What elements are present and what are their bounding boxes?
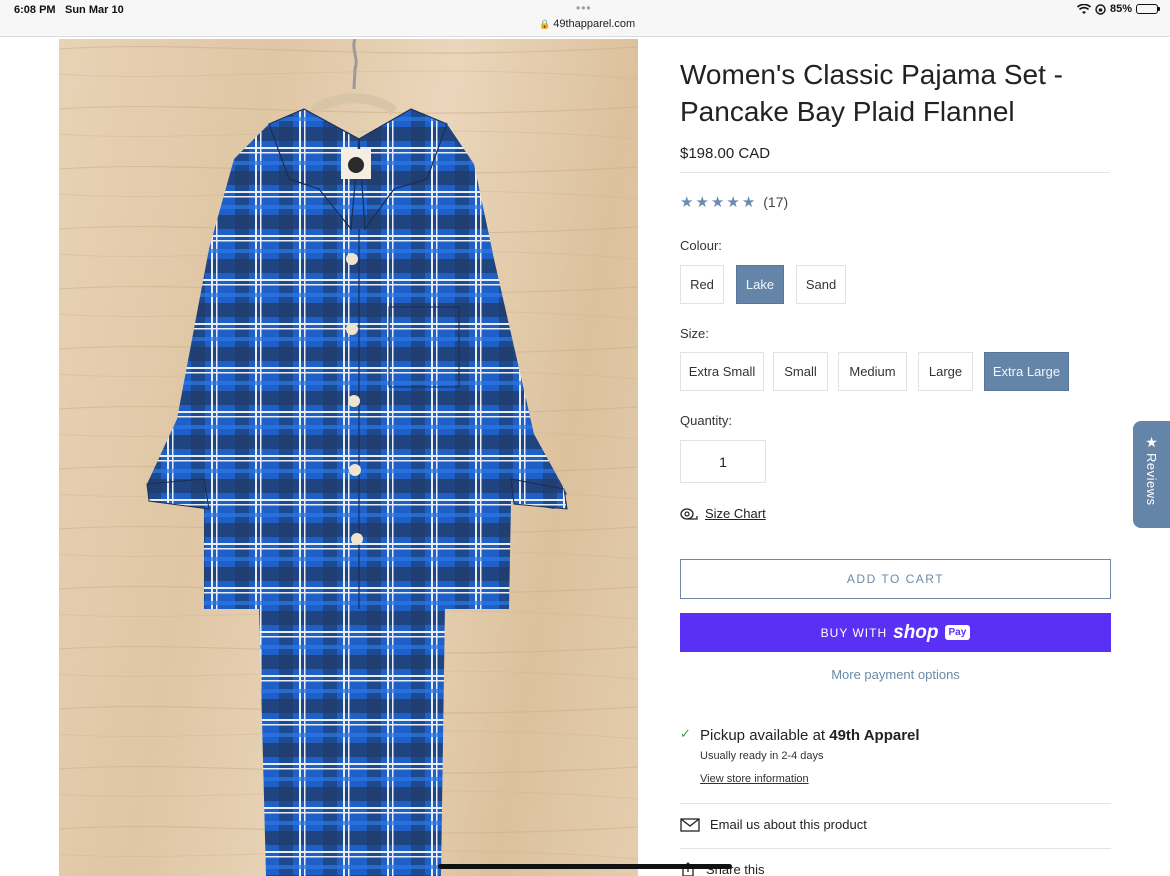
tape-measure-icon xyxy=(680,507,698,520)
quantity-label: Quantity: xyxy=(680,413,733,428)
battery-icon xyxy=(1136,4,1160,14)
size-option-small[interactable]: Small xyxy=(773,352,828,391)
star-icon: ★ xyxy=(680,193,694,211)
product-image[interactable] xyxy=(59,39,638,876)
size-chart-link[interactable]: Size Chart xyxy=(680,506,766,521)
size-option-large[interactable]: Large xyxy=(918,352,973,391)
pickup-ready-time: Usually ready in 2-4 days xyxy=(700,750,824,762)
status-indicators: 85% xyxy=(1076,3,1160,15)
quantity-input[interactable]: 1 xyxy=(680,440,766,483)
battery-percent: 85% xyxy=(1109,3,1132,15)
buy-with-shop-pay-button[interactable]: BUY WITH shop Pay xyxy=(680,613,1111,652)
reviews-tab[interactable]: ★ Reviews xyxy=(1133,421,1170,528)
reviews-tab-label: Reviews xyxy=(1144,453,1159,506)
divider xyxy=(680,848,1111,849)
star-icon: ★ xyxy=(726,193,740,211)
pajama-illustration xyxy=(59,39,638,876)
star-icon: ★ xyxy=(741,193,756,211)
address-bar[interactable]: 🔒 49thapparel.com xyxy=(539,18,635,30)
size-chart-label: Size Chart xyxy=(705,506,766,521)
email-about-product-link[interactable]: Email us about this product xyxy=(680,817,867,832)
size-option-medium[interactable]: Medium xyxy=(838,352,907,391)
rating-count: (17) xyxy=(763,194,789,210)
home-indicator[interactable] xyxy=(438,864,732,869)
check-icon: ✓ xyxy=(680,726,691,741)
size-label: Size: xyxy=(680,326,709,341)
colour-option-lake[interactable]: Lake xyxy=(736,265,784,304)
size-option-extra-small[interactable]: Extra Small xyxy=(680,352,764,391)
star-icon: ★ xyxy=(695,193,709,211)
divider xyxy=(680,803,1111,804)
lock-icon: 🔒 xyxy=(539,19,551,29)
envelope-icon xyxy=(680,817,700,832)
star-icon: ★ xyxy=(710,193,725,211)
buy-with-label: BUY WITH xyxy=(820,625,888,640)
wifi-icon xyxy=(1076,3,1091,14)
orientation-lock-icon xyxy=(1095,3,1106,15)
status-time: 6:08 PM xyxy=(14,4,56,16)
email-about-product-label: Email us about this product xyxy=(710,817,867,832)
colour-label: Colour: xyxy=(680,238,722,253)
more-payment-options-link[interactable]: More payment options xyxy=(680,667,1111,682)
star-icon: ★ xyxy=(1145,434,1158,450)
pickup-store-name: 49th Apparel xyxy=(829,727,920,744)
pay-badge: Pay xyxy=(944,625,971,640)
colour-option-red[interactable]: Red xyxy=(680,265,724,304)
divider xyxy=(680,172,1110,173)
view-store-info-link[interactable]: View store information xyxy=(700,773,809,785)
tab-overview-dots[interactable]: ••• xyxy=(576,1,592,15)
size-option-extra-large[interactable]: Extra Large xyxy=(984,352,1069,391)
address-url: 49thapparel.com xyxy=(553,18,636,30)
status-date: Sun Mar 10 xyxy=(65,4,124,16)
product-rating[interactable]: ★ ★ ★ ★ ★ (17) xyxy=(680,194,788,210)
product-title: Women's Classic Pajama Set - Pancake Bay… xyxy=(680,59,1063,127)
pickup-text: Pickup available at 49th Apparel xyxy=(700,727,920,744)
add-to-cart-button[interactable]: ADD TO CART xyxy=(680,559,1111,599)
colour-option-sand[interactable]: Sand xyxy=(796,265,846,304)
status-bar: 6:08 PM Sun Mar 10 ••• 🔒 49thapparel.com … xyxy=(0,0,1170,37)
product-price: $198.00 CAD xyxy=(680,145,771,162)
shop-logo: shop xyxy=(893,621,939,643)
